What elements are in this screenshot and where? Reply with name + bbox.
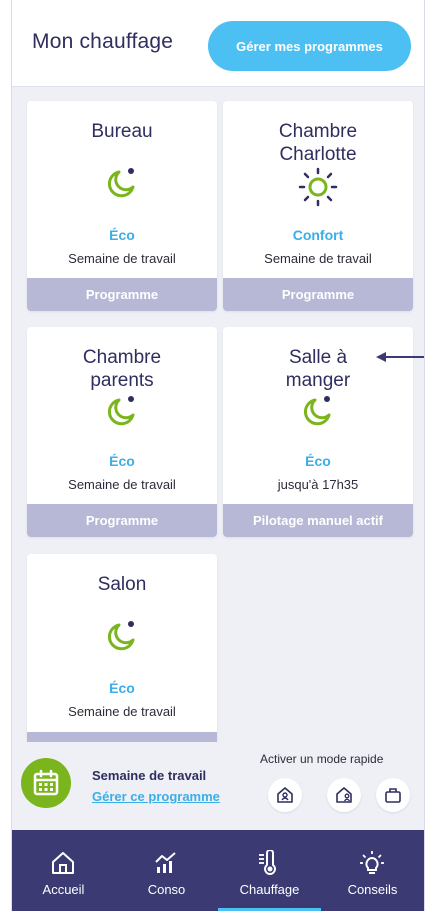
program-button[interactable]: Programme: [223, 278, 413, 311]
calendar-icon: [21, 758, 71, 808]
moon-icon: [107, 621, 135, 651]
schedule-label: Semaine de travail: [68, 251, 176, 266]
program-button[interactable]: Programme: [27, 278, 217, 311]
away-mode-icon: [336, 787, 352, 803]
away-mode-button[interactable]: [327, 778, 361, 812]
nav-label: Conso: [147, 882, 186, 897]
moon-icon: [303, 396, 331, 426]
mode-label: Éco: [109, 680, 135, 696]
room-name: Chambre Charlotte: [278, 121, 358, 165]
program-button[interactable]: Programme: [27, 504, 217, 537]
manage-programs-button[interactable]: Gérer mes programmes: [208, 21, 411, 71]
home-mode-button[interactable]: [268, 778, 302, 812]
arrow-icon: [376, 352, 424, 362]
home-mode-icon: [277, 787, 293, 803]
chart-icon: [155, 852, 176, 873]
bottom-nav: Accueil Conso Chauffage Conseils: [12, 830, 424, 911]
app-screen: Mon chauffage Gérer mes programmes Burea…: [11, 0, 425, 911]
bulb-icon: [360, 851, 384, 874]
schedule-label: Semaine de travail: [68, 477, 176, 492]
nav-label: Accueil: [42, 882, 85, 897]
mode-label: Éco: [305, 453, 331, 469]
room-card-salon[interactable]: Salon Éco Semaine de travail: [27, 554, 217, 742]
nav-label: Chauffage: [239, 882, 300, 897]
travel-mode-icon: [385, 788, 401, 803]
room-name: Chambre parents: [82, 347, 162, 391]
travel-mode-button[interactable]: [376, 778, 410, 812]
program-button[interactable]: [27, 732, 217, 742]
schedule-label: Semaine de travail: [68, 704, 176, 719]
home-icon: [52, 852, 74, 874]
room-card-chambre-parents[interactable]: Chambre parents Éco Semaine de travail P…: [27, 327, 217, 537]
current-program-title: Semaine de travail: [92, 768, 207, 783]
schedule-label: Semaine de travail: [264, 251, 372, 266]
room-name: Salon: [97, 574, 147, 595]
nav-item-conseils[interactable]: Conseils: [321, 830, 424, 911]
quick-mode-bar: Semaine de travail Gérer ce programme Ac…: [12, 742, 424, 830]
mode-label: Éco: [109, 453, 135, 469]
schedule-label: jusqu'à 17h35: [277, 477, 359, 492]
sun-icon: [298, 167, 338, 207]
nav-item-chauffage[interactable]: Chauffage: [218, 830, 321, 911]
room-card-chambre-charlotte[interactable]: Chambre Charlotte Confort Semaine de tra…: [223, 101, 413, 311]
mode-label: Éco: [109, 227, 135, 243]
room-name: Bureau: [91, 121, 153, 142]
manual-control-button[interactable]: Pilotage manuel actif: [223, 504, 413, 537]
header: Mon chauffage Gérer mes programmes: [12, 0, 424, 87]
page-title: Mon chauffage: [32, 30, 174, 53]
manage-program-link[interactable]: Gérer ce programme: [92, 789, 220, 804]
quick-mode-label: Activer un mode rapide: [260, 752, 384, 766]
room-card-bureau[interactable]: Bureau Éco Semaine de travail Programme: [27, 101, 217, 311]
nav-label: Conseils: [347, 882, 398, 897]
nav-item-conso[interactable]: Conso: [115, 830, 218, 911]
nav-item-accueil[interactable]: Accueil: [12, 830, 115, 911]
moon-icon: [107, 396, 135, 426]
moon-icon: [107, 168, 135, 198]
thermometer-icon: [259, 850, 276, 875]
mode-label: Confort: [292, 227, 344, 243]
